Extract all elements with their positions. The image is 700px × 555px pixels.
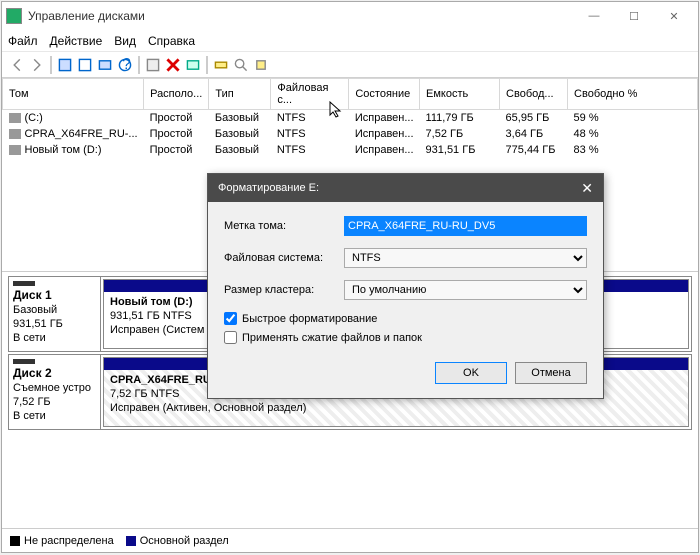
- table-row[interactable]: Новый том (D:)ПростойБазовыйNTFSИсправен…: [3, 142, 698, 158]
- table-row[interactable]: CPRA_X64FRE_RU-...ПростойБазовыйNTFSИспр…: [3, 126, 698, 142]
- menu-action[interactable]: Действие: [50, 34, 103, 48]
- compress-checkbox[interactable]: [224, 331, 237, 344]
- label-fs: Файловая система:: [224, 252, 344, 264]
- legend-primary: Основной раздел: [126, 535, 229, 547]
- svg-text:?: ?: [122, 58, 131, 72]
- forward-icon[interactable]: [28, 56, 46, 74]
- separator: [206, 56, 208, 74]
- options-icon[interactable]: [184, 56, 202, 74]
- compress-label: Применять сжатие файлов и папок: [242, 332, 422, 344]
- ok-button[interactable]: OK: [435, 362, 507, 384]
- view1-icon[interactable]: [56, 56, 74, 74]
- separator: [50, 56, 52, 74]
- legend: Не распределена Основной раздел: [2, 528, 698, 552]
- format-dialog: Форматирование E: ✕ Метка тома: Файловая…: [207, 173, 604, 399]
- back-icon[interactable]: [8, 56, 26, 74]
- col-fs[interactable]: Файловая с...: [271, 79, 349, 110]
- disk-label: Диск 1Базовый931,51 ГБВ сети: [9, 277, 101, 351]
- disk-icon[interactable]: [212, 56, 230, 74]
- properties-icon[interactable]: [96, 56, 114, 74]
- app-icon: [6, 8, 22, 24]
- settings-icon[interactable]: [252, 56, 270, 74]
- dialog-titlebar: Форматирование E: ✕: [208, 174, 603, 202]
- col-freepct[interactable]: Свободно %: [568, 79, 698, 110]
- help-icon[interactable]: ?: [116, 56, 134, 74]
- disk-label: Диск 2Съемное устро7,52 ГБВ сети: [9, 355, 101, 429]
- legend-unallocated: Не распределена: [10, 535, 114, 547]
- titlebar: Управление дисками — ☐ ✕: [2, 2, 698, 30]
- toolbar: ?: [2, 52, 698, 78]
- menubar: Файл Действие Вид Справка: [2, 30, 698, 52]
- dialog-title: Форматирование E:: [218, 182, 319, 194]
- menu-view[interactable]: Вид: [114, 34, 136, 48]
- col-capacity[interactable]: Емкость: [420, 79, 500, 110]
- list-icon[interactable]: [144, 56, 162, 74]
- col-free[interactable]: Свобод...: [500, 79, 568, 110]
- table-row[interactable]: (C:)ПростойБазовыйNTFSИсправен...111,79 …: [3, 110, 698, 127]
- menu-help[interactable]: Справка: [148, 34, 195, 48]
- quick-format-checkbox[interactable]: [224, 312, 237, 325]
- col-status[interactable]: Состояние: [349, 79, 420, 110]
- filesystem-select[interactable]: NTFS: [344, 248, 587, 268]
- cancel-button[interactable]: Отмена: [515, 362, 587, 384]
- label-cluster: Размер кластера:: [224, 284, 344, 296]
- maximize-button[interactable]: ☐: [614, 4, 654, 28]
- refresh-icon[interactable]: [76, 56, 94, 74]
- label-volume: Метка тома:: [224, 220, 344, 232]
- window-title: Управление дисками: [28, 9, 574, 23]
- quick-format-label: Быстрое форматирование: [242, 313, 377, 325]
- col-volume[interactable]: Том: [3, 79, 144, 110]
- close-button[interactable]: ✕: [654, 4, 694, 28]
- volume-label-input[interactable]: [344, 216, 587, 236]
- separator: [138, 56, 140, 74]
- delete-icon[interactable]: [164, 56, 182, 74]
- col-layout[interactable]: Располо...: [144, 79, 209, 110]
- col-type[interactable]: Тип: [209, 79, 271, 110]
- menu-file[interactable]: Файл: [8, 34, 38, 48]
- cluster-size-select[interactable]: По умолчанию: [344, 280, 587, 300]
- minimize-button[interactable]: —: [574, 4, 614, 28]
- search-icon[interactable]: [232, 56, 250, 74]
- dialog-close-icon[interactable]: ✕: [581, 180, 593, 197]
